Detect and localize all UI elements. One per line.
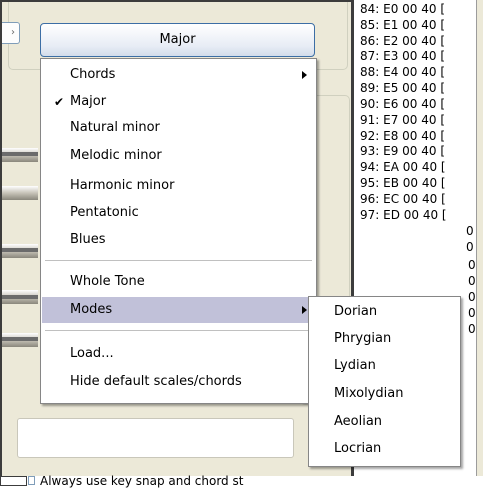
checkmark-icon: ✔ bbox=[54, 95, 65, 109]
event-list-line[interactable]: 93: E9 00 40 [ bbox=[360, 144, 445, 158]
menu-item-load[interactable]: Load... bbox=[42, 341, 315, 367]
submenu-item-dorian[interactable]: Dorian bbox=[310, 298, 459, 325]
menu-item-whole-tone[interactable]: Whole Tone bbox=[42, 269, 315, 295]
bottom-left-box bbox=[0, 476, 27, 486]
event-list-line[interactable]: 96: EC 00 40 [ bbox=[360, 192, 446, 206]
menu-item-blues[interactable]: Blues bbox=[42, 227, 315, 253]
scale-combo-button[interactable]: Major bbox=[40, 23, 315, 57]
slider-3-thumb[interactable] bbox=[0, 248, 38, 252]
menu-item-label: Modes bbox=[70, 302, 113, 317]
slider-2[interactable] bbox=[0, 186, 38, 200]
panel-border bbox=[0, 0, 2, 476]
menu-item-major[interactable]: ✔ Major bbox=[42, 89, 315, 115]
left-dropdown-stub[interactable] bbox=[0, 22, 20, 44]
submenu-item-lydian[interactable]: Lydian bbox=[310, 352, 459, 379]
event-list-line[interactable]: 92: E8 00 40 [ bbox=[360, 129, 445, 143]
slider-5-thumb[interactable] bbox=[0, 337, 38, 341]
menu-item-label: Pentatonic bbox=[70, 205, 139, 220]
menu-item-label: Whole Tone bbox=[70, 274, 145, 289]
submenu-arrow-icon bbox=[302, 306, 307, 314]
slider-1-thumb[interactable] bbox=[0, 152, 38, 156]
menu-item-label: Major bbox=[70, 94, 107, 109]
event-list-line[interactable]: 86: E2 00 40 [ bbox=[360, 34, 445, 48]
menu-item-label: Load... bbox=[70, 346, 114, 361]
menu-item-label: Chords bbox=[70, 67, 116, 82]
modes-submenu: Dorian Phrygian Lydian Mixolydian Aeolia… bbox=[308, 296, 461, 467]
event-list-scrollbar[interactable] bbox=[476, 0, 483, 476]
submenu-item-locrian[interactable]: Locrian bbox=[310, 435, 459, 462]
menu-item-natural-minor[interactable]: Natural minor bbox=[42, 115, 315, 141]
submenu-item-aeolian[interactable]: Aeolian bbox=[310, 408, 459, 435]
event-list-line[interactable]: 97: ED 00 40 [ bbox=[360, 208, 447, 222]
submenu-item-mixolydian[interactable]: Mixolydian bbox=[310, 380, 459, 407]
event-list-line[interactable]: 95: EB 00 40 [ bbox=[360, 176, 446, 190]
event-list-line[interactable]: 88: E4 00 40 [ bbox=[360, 65, 445, 79]
event-list-line[interactable]: 91: E7 00 40 [ bbox=[360, 113, 445, 127]
menu-item-label: Melodic minor bbox=[70, 148, 162, 163]
event-list-line[interactable]: 90: E6 00 40 [ bbox=[360, 97, 445, 111]
menu-item-label: Blues bbox=[70, 232, 106, 247]
menu-item-label: Harmonic minor bbox=[70, 178, 175, 193]
menu-item-melodic-minor[interactable]: Melodic minor bbox=[42, 143, 315, 169]
event-list-line[interactable]: 89: E5 00 40 [ bbox=[360, 81, 445, 95]
slider-4-thumb[interactable] bbox=[0, 295, 38, 299]
submenu-item-phrygian[interactable]: Phrygian bbox=[310, 325, 459, 352]
menu-item-pentatonic[interactable]: Pentatonic bbox=[42, 200, 315, 226]
submenu-arrow-icon bbox=[302, 71, 307, 79]
menu-item-label: Natural minor bbox=[70, 120, 160, 135]
menu-item-label: Hide default scales/chords bbox=[70, 374, 242, 389]
chevron-down-icon: › bbox=[11, 27, 15, 38]
menu-separator bbox=[45, 260, 312, 261]
event-list-line[interactable]: 94: EA 00 40 [ bbox=[360, 160, 446, 174]
menu-item-hide-defaults[interactable]: Hide default scales/chords bbox=[42, 369, 315, 395]
menu-item-chords[interactable]: Chords bbox=[42, 62, 315, 88]
always-use-checkbox[interactable] bbox=[28, 476, 35, 485]
event-list-line[interactable]: 85: E1 00 40 [ bbox=[360, 18, 445, 32]
menu-separator bbox=[45, 330, 312, 331]
bottom-text-field[interactable] bbox=[17, 418, 294, 458]
menu-item-modes[interactable]: Modes bbox=[42, 297, 315, 323]
event-list-line[interactable]: 87: E3 00 40 [ bbox=[360, 49, 445, 63]
panel-border bbox=[0, 0, 353, 2]
event-list-line[interactable]: 84: E0 00 40 [ bbox=[360, 2, 445, 16]
menu-item-harmonic-minor[interactable]: Harmonic minor bbox=[42, 173, 315, 199]
scale-context-menu: Chords ✔ Major Natural minor Melodic min… bbox=[40, 58, 317, 404]
